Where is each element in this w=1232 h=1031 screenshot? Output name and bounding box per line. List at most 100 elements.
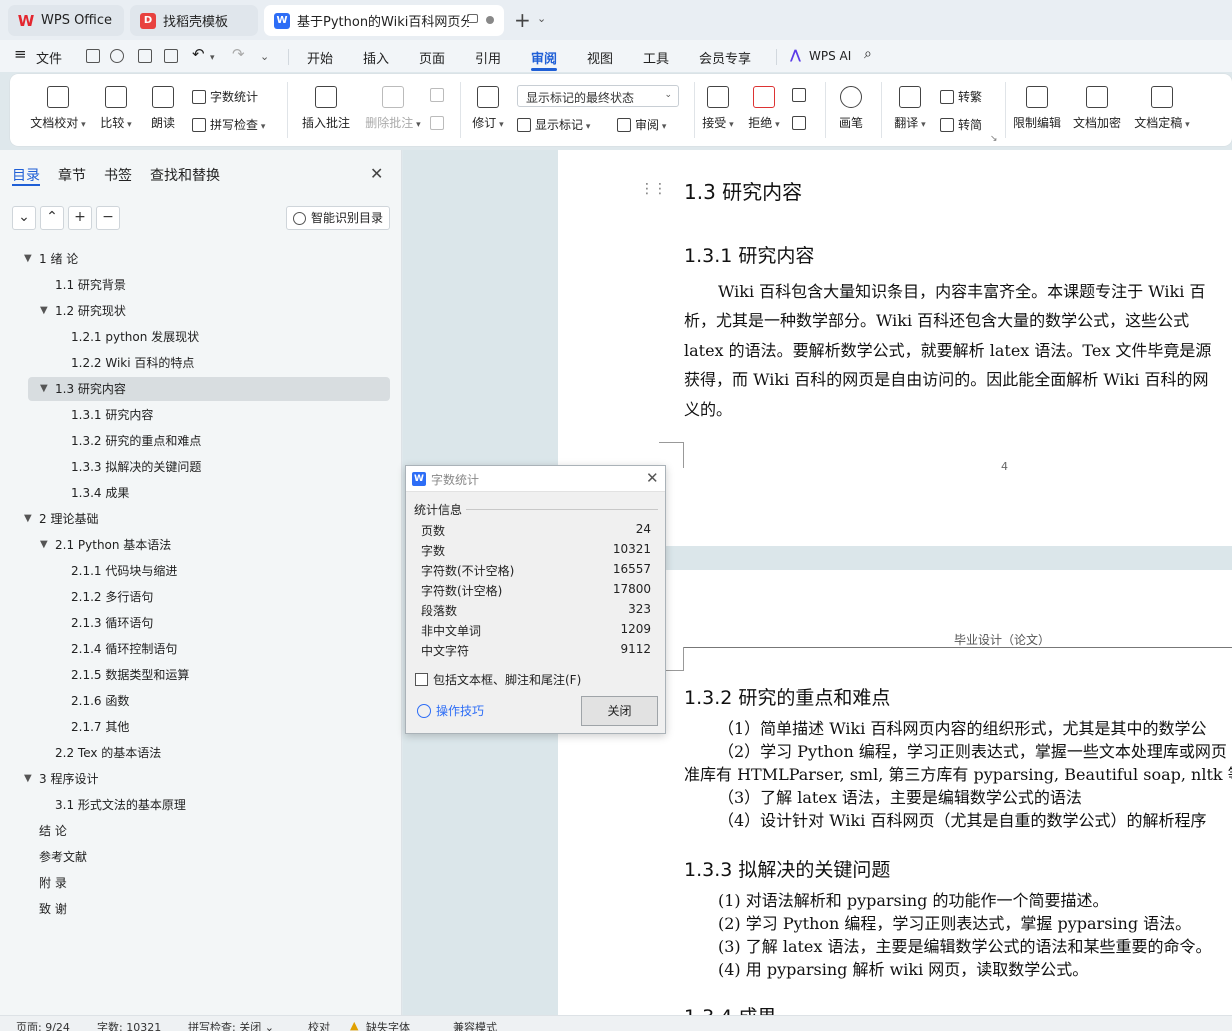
search-icon[interactable]: ⌕ — [864, 46, 872, 62]
unsaved-dot-icon[interactable] — [486, 16, 494, 24]
translate-button[interactable]: 翻译 ▾ — [892, 86, 928, 131]
dialog-launcher-icon[interactable]: ↘ — [990, 134, 998, 144]
toc-item[interactable]: 2.1.7 其他 — [71, 715, 129, 739]
toc-item[interactable]: 2.1.4 循环控制语句 — [71, 637, 177, 661]
print-preview-icon[interactable] — [164, 49, 178, 63]
pen-button[interactable]: 画笔 — [836, 86, 866, 131]
expand-toggle-icon[interactable]: ▼ — [40, 299, 48, 323]
accept-button[interactable]: 接受 ▾ — [700, 86, 736, 131]
toc-item[interactable]: 1.3.4 成果 — [71, 481, 129, 505]
next-comment-icon[interactable] — [430, 116, 448, 130]
close-icon[interactable]: ✕ — [646, 469, 659, 487]
customize-dropdown-icon[interactable]: ⌄ — [260, 50, 269, 63]
insert-comment-button[interactable]: 插入批注 — [298, 86, 354, 131]
read-aloud-button[interactable]: 朗读 — [148, 86, 178, 131]
new-tab-button[interactable]: + — [514, 8, 531, 32]
toc-item[interactable]: 2.1.6 函数 — [71, 689, 129, 713]
wps-ai-icon[interactable]: ⋀ — [790, 48, 801, 63]
menu-member[interactable]: 会员专享 — [699, 48, 751, 67]
tab-wps-office[interactable]: W WPS Office — [8, 5, 124, 36]
menu-tools[interactable]: 工具 — [643, 48, 669, 67]
remove-heading-button[interactable]: − — [96, 206, 120, 230]
markup-state-select[interactable]: 显示标记的最终状态 ⌄ — [517, 85, 679, 107]
show-markup-button[interactable]: 显示标记 ▾ — [517, 116, 590, 133]
track-changes-button[interactable]: 修订 ▾ — [470, 86, 506, 131]
include-textboxes-checkbox[interactable]: 包括文本框、脚注和尾注(F) — [415, 671, 581, 688]
print-icon[interactable] — [138, 49, 152, 63]
expand-toggle-icon[interactable]: ▼ — [24, 767, 32, 791]
review-pane-button[interactable]: 审阅 ▾ — [617, 116, 666, 133]
finalize-button[interactable]: 文档定稿 ▾ — [1132, 86, 1192, 131]
status-compat-mode[interactable]: 兼容模式 — [453, 1019, 497, 1031]
menu-page[interactable]: 页面 — [419, 48, 445, 67]
doc-check-button[interactable]: 文档校对 ▾ — [28, 86, 88, 131]
previous-comment-icon[interactable] — [430, 88, 448, 102]
word-count-button[interactable]: 字数统计 — [192, 88, 258, 105]
toc-item[interactable]: 结 论 — [39, 819, 67, 843]
toc-item[interactable]: 1.3.3 拟解决的关键问题 — [71, 455, 201, 479]
toc-item[interactable]: 附 录 — [39, 871, 67, 895]
reject-button[interactable]: 拒绝 ▾ — [746, 86, 782, 131]
tab-find-replace[interactable]: 查找和替换 — [150, 165, 220, 185]
toc-item[interactable]: 2.2 Tex 的基本语法 — [55, 741, 161, 765]
toc-item[interactable]: 致 谢 — [39, 897, 67, 921]
toc-item[interactable]: 3.1 形式文法的基本原理 — [55, 793, 186, 817]
toc-item[interactable]: ▼ 1.3 研究内容 — [40, 377, 126, 401]
tab-bookmarks[interactable]: 书签 — [104, 165, 132, 185]
expand-toggle-icon[interactable]: ▼ — [40, 533, 48, 557]
toc-item[interactable]: 1.2.1 python 发展现状 — [71, 325, 199, 349]
toc-item[interactable]: 2.1.1 代码块与缩进 — [71, 559, 177, 583]
encrypt-button[interactable]: 文档加密 — [1072, 86, 1122, 131]
undo-dropdown-icon[interactable]: ▾ — [210, 53, 215, 63]
menu-insert[interactable]: 插入 — [363, 48, 389, 67]
toc-item[interactable]: 1.3.2 研究的重点和难点 — [71, 429, 201, 453]
tab-document[interactable]: W 基于Python的Wiki百科网页分 — [264, 5, 504, 36]
close-button[interactable]: 关闭 — [581, 696, 658, 726]
tips-link[interactable]: 操作技巧 — [417, 702, 484, 719]
status-proof[interactable]: 校对 — [308, 1019, 330, 1031]
toc-item[interactable]: ▼ 2.1 Python 基本语法 — [40, 533, 171, 557]
toc-item[interactable]: ▼ 2 理论基础 — [24, 507, 98, 531]
toc-item[interactable]: 2.1.3 循环语句 — [71, 611, 153, 635]
tab-chapters[interactable]: 章节 — [58, 165, 86, 185]
wps-ai-button[interactable]: WPS AI — [809, 49, 851, 63]
toc-item[interactable]: 参考文献 — [39, 845, 87, 869]
menu-file[interactable]: 文件 — [36, 48, 62, 67]
toc-item[interactable]: 1.1 研究背景 — [55, 273, 126, 297]
save-icon[interactable] — [86, 49, 100, 63]
redo-icon[interactable]: ↷ — [232, 45, 245, 63]
restrict-edit-button[interactable]: 限制编辑 — [1012, 86, 1062, 131]
status-page[interactable]: 页面: 9/24 — [16, 1019, 70, 1031]
expand-toggle-icon[interactable]: ▼ — [24, 247, 32, 271]
share-icon[interactable] — [110, 49, 124, 63]
to-simplified-button[interactable]: 转简 — [940, 116, 982, 133]
previous-change-icon[interactable] — [792, 88, 810, 102]
toc-item[interactable]: 1.3.1 研究内容 — [71, 403, 153, 427]
close-icon[interactable]: ✕ — [370, 164, 383, 183]
toc-item[interactable]: ▼ 1.2 研究现状 — [40, 299, 126, 323]
toc-item[interactable]: 2.1.5 数据类型和运算 — [71, 663, 189, 687]
status-words[interactable]: 字数: 10321 — [97, 1019, 161, 1031]
monitor-icon[interactable] — [467, 14, 478, 23]
collapse-all-button[interactable]: ⌄ — [12, 206, 36, 230]
delete-comment-button[interactable]: 删除批注 ▾ — [360, 86, 426, 131]
tab-templates[interactable]: D 找稻壳模板 — [130, 5, 258, 36]
toc-item[interactable]: 1.2.2 Wiki 百科的特点 — [71, 351, 194, 375]
status-missing-font[interactable]: 缺失字体 — [366, 1019, 410, 1031]
compare-button[interactable]: 比较 ▾ — [98, 86, 134, 131]
menu-view[interactable]: 视图 — [587, 48, 613, 67]
chevron-down-icon[interactable]: ⌄ — [537, 12, 546, 25]
status-spell-check[interactable]: 拼写检查: 关闭 ⌄ — [188, 1019, 274, 1031]
expand-toggle-icon[interactable]: ▼ — [24, 507, 32, 531]
toc-item[interactable]: 2.1.2 多行语句 — [71, 585, 153, 609]
dialog-titlebar[interactable]: W 字数统计 ✕ — [406, 466, 665, 492]
toc-item[interactable]: ▼ 3 程序设计 — [24, 767, 98, 791]
expand-up-button[interactable]: ⌃ — [40, 206, 64, 230]
checkbox-icon[interactable] — [415, 673, 428, 686]
tab-toc[interactable]: 目录 — [12, 165, 40, 185]
menu-review[interactable]: 审阅 — [531, 48, 557, 67]
toc-item[interactable]: ▼ 1 绪 论 — [24, 247, 78, 271]
menu-start[interactable]: 开始 — [307, 48, 333, 67]
add-heading-button[interactable]: + — [68, 206, 92, 230]
undo-icon[interactable]: ↶ — [192, 45, 205, 63]
